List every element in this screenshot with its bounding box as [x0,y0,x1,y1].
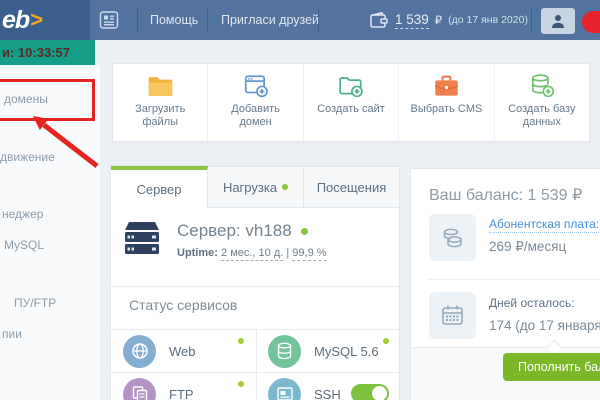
upload-files-button[interactable]: Загрузить файлы [113,64,207,141]
service-mysql-label: MySQL 5.6 [314,344,379,359]
calendar-icon-box [429,292,476,339]
menu-item-help[interactable]: Помощь [150,0,198,40]
person-icon [550,13,566,29]
create-database-button[interactable]: Создать базу данных [494,64,589,141]
balance-amount[interactable]: 1 539 [395,12,429,29]
add-domain-button[interactable]: Добавить домен [207,64,302,141]
service-ftp-label: FTP [169,387,194,400]
menu-divider [318,7,319,33]
upload-files-folder-icon [147,73,174,99]
sidebar-item-file-manager[interactable]: неджер [2,207,43,221]
menu-divider [531,7,532,33]
tab-server[interactable]: Сервер [111,166,208,208]
create-database-icon [529,73,555,99]
tab-server-label: Сервер [136,182,181,197]
sidebar-item-ftp[interactable]: ПУ/FTP [14,296,56,310]
balance-title: Ваш баланс: 1 539 ₽ [429,185,582,205]
uptime-line: Uptime: 2 мес., 10 д. | 99,9 % [177,247,327,259]
menu-item-help-label: Помощь [150,13,198,27]
tab-load-label: Нагрузка [223,180,277,195]
server-status-dot [301,228,308,235]
logo-arrow-icon: > [30,7,43,33]
cms-briefcase-icon [433,73,460,99]
logo-text: eb [2,6,29,35]
tab-visits[interactable]: Посещения [303,166,399,208]
add-domain-label: Добавить домен [227,103,285,129]
web-globe-icon [123,335,156,368]
days-left-label: Дней осталось: [489,296,575,310]
ssh-toggle[interactable] [351,384,389,400]
choose-cms-button[interactable]: Выбрать CMS [398,64,493,141]
subscription-fee-link[interactable]: Абонентская плата: [489,217,599,233]
tab-load[interactable]: Нагрузка [208,166,303,208]
service-web-label: Web [169,344,196,359]
annotation-highlight-box [0,79,95,121]
hosting-control-panel: eb > Помощь Пригласи друзей 1 539 [0,0,600,400]
server-name: Сервер: vh188 [177,221,292,241]
menu-divider [207,7,208,33]
topup-balance-button[interactable]: Пополнить баланс [503,353,600,381]
services-title: Статус сервисов [129,297,237,313]
ftp-files-icon [123,378,156,400]
uptime-duration[interactable]: 2 мес., 10 д. [221,247,283,261]
toggle-knob [372,386,387,400]
subscription-fee-value: 269 ₽/месяц [489,239,566,255]
balance-currency: ₽ [435,13,442,27]
balance-until: (до 17 янв 2020) [448,14,528,26]
create-site-button[interactable]: Создать сайт [303,64,398,141]
uptime-label: Uptime: [177,247,218,259]
service-ftp: FTP [111,373,256,400]
moscow-time-strip: и: 10:33:57 [0,40,95,65]
menu-item-invite-friends[interactable]: Пригласи друзей [221,0,319,40]
wallet-icon [370,12,389,29]
moscow-time: и: 10:33:57 [2,45,70,60]
menu-item-invite-label: Пригласи друзей [221,13,319,27]
services-grid: Web MySQL 5.6 [111,329,399,400]
create-site-icon [338,73,364,99]
add-domain-icon [243,73,269,99]
ssh-terminal-icon [268,378,301,400]
server-status-card: Сервер Нагрузка Посещения [110,165,400,400]
menu-divider [137,7,138,33]
create-site-label: Создать сайт [311,103,391,116]
quick-actions-toolbar: Загрузить файлы Добавить домен Создать с… [112,63,590,142]
calendar-icon [440,303,465,328]
service-mysql: MySQL 5.6 [256,330,401,372]
coins-icon-box [429,214,476,261]
balance-card: Ваш баланс: 1 539 ₽ Абонентская плата: 2… [410,168,600,400]
coins-icon [440,225,466,251]
sidebar-item-promotion[interactable]: движение [0,150,55,164]
top-bar: eb > Помощь Пригласи друзей 1 539 [0,0,600,40]
server-info-row: Сервер: vh188 Uptime: 2 мес., 10 д. | 99… [121,221,327,259]
service-web-status-dot [238,338,244,344]
service-mysql-status-dot [383,338,389,344]
logo[interactable]: eb > [0,0,90,40]
days-left-value: 174 (до 17 января 2020) [489,318,600,333]
news-icon[interactable] [99,10,119,30]
header-balance[interactable]: 1 539 ₽ (до 17 янв 2020) [370,0,528,40]
card-divider [427,279,600,280]
card-divider [111,286,399,287]
service-ftp-status-dot [238,381,244,387]
service-web: Web [111,330,256,372]
mysql-database-icon [268,335,301,368]
uptime-percent[interactable]: 99,9 % [292,247,326,261]
sidebar-item-mysql[interactable]: MySQL [4,238,44,252]
user-avatar[interactable] [541,8,575,34]
balance-card-footer: Пополнить баланс [411,347,600,400]
tab-visits-label: Посещения [317,180,387,195]
load-status-dot [282,184,288,190]
server-rack-icon [121,221,163,257]
create-database-label: Создать базу данных [505,103,579,129]
service-ssh: SSH [256,373,401,400]
service-ssh-label: SSH [314,387,341,400]
header-red-button[interactable] [582,11,600,33]
server-card-tabs: Сервер Нагрузка Посещения [111,166,399,208]
sidebar-item-backups[interactable]: пии [2,327,22,341]
uptime-separator: | [286,247,289,259]
upload-files-label: Загрузить файлы [128,103,192,129]
choose-cms-label: Выбрать CMS [404,103,488,116]
